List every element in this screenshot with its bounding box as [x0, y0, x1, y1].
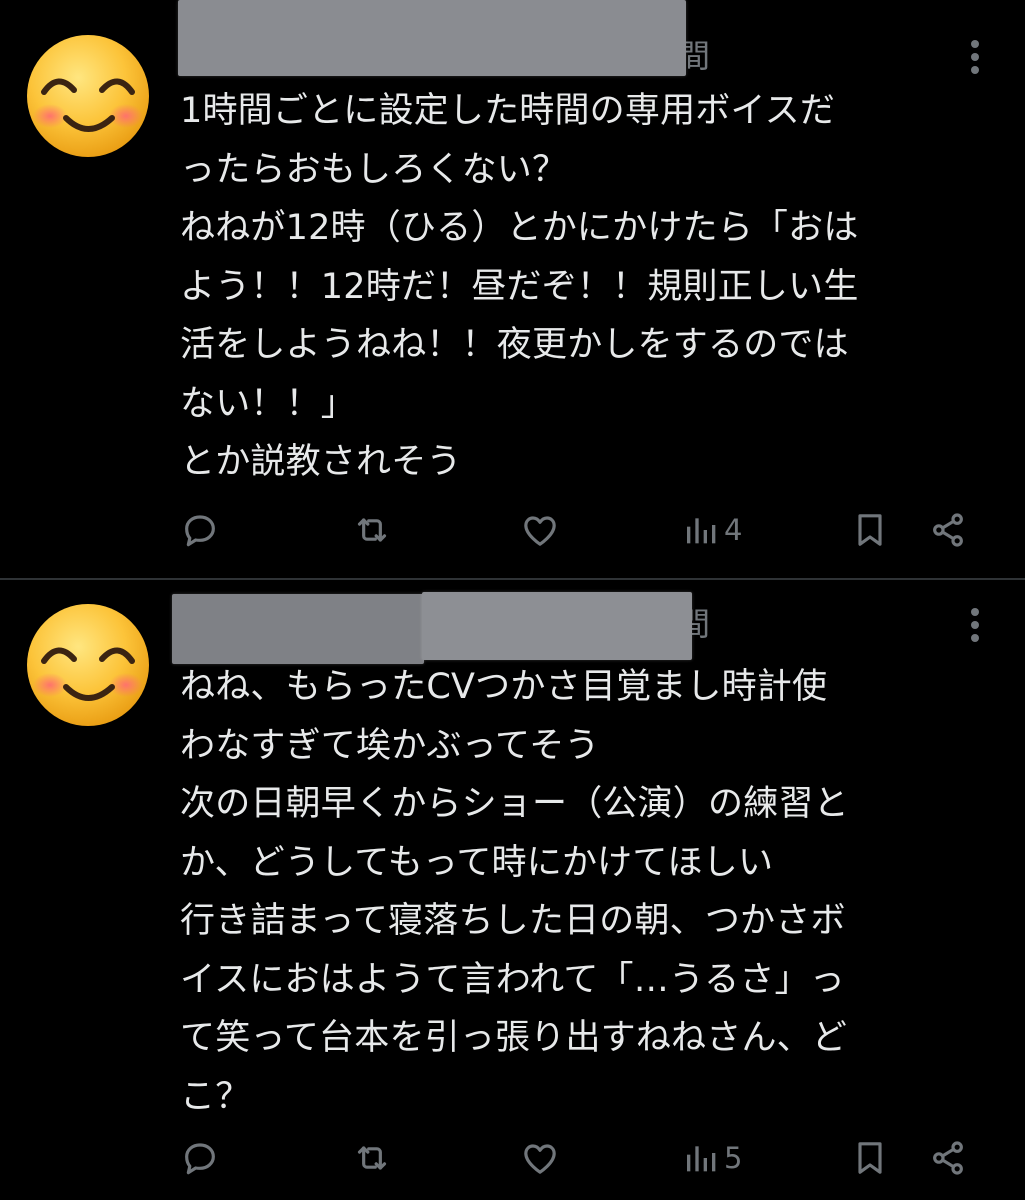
- share-icon: [933, 513, 963, 547]
- action-bar: 5: [180, 1133, 980, 1183]
- views-count: 4: [724, 513, 743, 547]
- post[interactable]: 間 1時間ごとに設定した時間の専用ボイスだ ったらおもしろくない？ ねねが12時…: [0, 0, 1025, 578]
- repost-button[interactable]: [352, 505, 392, 555]
- post-text: ねね、もらったCVつかさ目覚まし時計使 わなすぎて埃かぶってそう 次の日朝早くか…: [180, 667, 849, 1117]
- share-button[interactable]: [928, 1133, 968, 1183]
- reply-icon: [185, 515, 215, 547]
- repost-icon: [357, 1146, 387, 1170]
- like-button[interactable]: [520, 505, 560, 555]
- more-icon[interactable]: [969, 608, 981, 644]
- like-icon: [524, 1144, 556, 1174]
- reply-button[interactable]: [180, 505, 220, 555]
- views-button[interactable]: 4: [682, 505, 742, 555]
- views-count: 5: [724, 1141, 743, 1175]
- reply-icon: [185, 1143, 215, 1175]
- like-button[interactable]: [520, 1133, 560, 1183]
- views-button[interactable]: 5: [682, 1133, 742, 1183]
- action-bar: 4: [180, 505, 980, 555]
- views-icon: [687, 1146, 716, 1172]
- avatar[interactable]: [26, 603, 150, 727]
- bookmark-button[interactable]: [850, 1133, 890, 1183]
- redaction-block: [422, 592, 692, 660]
- repost-icon: [357, 518, 387, 542]
- views-icon: [687, 518, 716, 544]
- reply-button[interactable]: [180, 1133, 220, 1183]
- like-icon: [524, 516, 556, 546]
- post[interactable]: 間 ねね、もらったCVつかさ目覚まし時計使 わなすぎて埃かぶってそう 次の日朝早…: [0, 580, 1025, 1200]
- bookmark-button[interactable]: [850, 505, 890, 555]
- avatar[interactable]: [26, 34, 150, 158]
- post-text: 1時間ごとに設定した時間の専用ボイスだ ったらおもしろくない？ ねねが12時（ひ…: [180, 91, 859, 482]
- bookmark-icon: [858, 514, 882, 546]
- bookmark-icon: [858, 1142, 882, 1174]
- share-button[interactable]: [928, 505, 968, 555]
- repost-button[interactable]: [352, 1133, 392, 1183]
- more-icon[interactable]: [969, 40, 981, 76]
- share-icon: [933, 1141, 963, 1175]
- redaction-block: [178, 0, 686, 76]
- redaction-block: [172, 594, 424, 664]
